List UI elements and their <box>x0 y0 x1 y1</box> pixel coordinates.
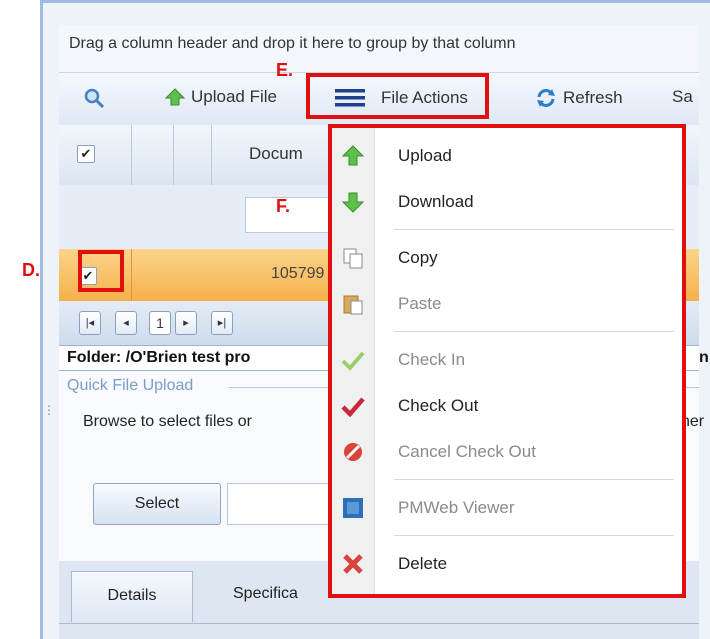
current-page[interactable]: 1 <box>149 311 171 335</box>
menu-item-pmweb-viewer: PMWeb Viewer <box>332 484 682 530</box>
folder-path: Folder: /O'Brien test pro <box>67 349 251 366</box>
menu-item-label: Paste <box>398 294 442 313</box>
refresh-icon <box>537 89 555 107</box>
next-page-button[interactable]: ▸ <box>175 311 197 335</box>
paste-icon <box>340 291 366 317</box>
menu-item-cancel-check-out: Cancel Check Out <box>332 428 682 474</box>
tab-specifica[interactable]: Specifica <box>233 585 298 603</box>
annotation-e-label: E. <box>276 60 294 80</box>
group-by-hint: Drag a column header and drop it here to… <box>69 35 516 52</box>
search-button[interactable] <box>83 87 105 109</box>
column-header-document[interactable]: Docum <box>249 144 303 164</box>
checkmark-green-icon <box>340 347 366 373</box>
copy-icon <box>340 245 366 271</box>
menu-item-label: Check Out <box>398 396 479 415</box>
arrow-down-green-icon <box>340 189 366 215</box>
group-by-panel[interactable]: Drag a column header and drop it here to… <box>59 25 699 73</box>
menu-item-label: Delete <box>398 554 448 573</box>
file-actions-menu: Upload Download Copy Paste Check In Chec… <box>328 124 686 598</box>
menu-item-label: Download <box>398 192 474 211</box>
cancel-circle-icon <box>340 439 366 465</box>
menu-item-label: Cancel Check Out <box>398 442 536 461</box>
menu-item-check-out[interactable]: Check Out <box>332 382 682 428</box>
refresh-button[interactable]: Refresh <box>535 87 623 109</box>
viewer-icon <box>340 495 366 521</box>
annotation-d-box <box>78 250 124 292</box>
annotation-f-label: F. <box>276 196 291 216</box>
quick-upload-legend: Quick File Upload <box>67 377 194 394</box>
menu-item-copy[interactable]: Copy <box>332 234 682 280</box>
save-button[interactable]: Sa <box>672 87 693 107</box>
menu-item-label: Copy <box>398 248 438 267</box>
menu-item-label: Upload <box>398 146 452 165</box>
row-document-number: 105799 <box>271 265 325 282</box>
arrow-up-green-icon <box>340 143 366 169</box>
save-label: Sa <box>672 87 693 106</box>
select-files-button[interactable]: Select <box>93 483 221 525</box>
annotation-d-label: D. <box>22 260 40 280</box>
refresh-label: Refresh <box>563 88 623 107</box>
menu-item-check-in: Check In <box>332 336 682 382</box>
upload-file-label: Upload File <box>191 87 277 106</box>
menu-item-paste: Paste <box>332 280 682 326</box>
annotation-e-box <box>306 73 489 119</box>
tab-details[interactable]: Details <box>71 571 193 622</box>
folder-path-tail: n C <box>699 349 710 366</box>
splitter-grip[interactable]: ⋮ <box>43 403 55 423</box>
search-icon <box>84 88 105 109</box>
first-page-button[interactable]: |◂ <box>79 311 101 335</box>
delete-x-icon <box>340 551 366 577</box>
last-page-button[interactable]: ▸| <box>211 311 233 335</box>
menu-item-label: Check In <box>398 350 466 369</box>
menu-item-upload[interactable]: Upload <box>332 132 682 178</box>
select-all-checkbox[interactable]: ✔ <box>77 145 95 163</box>
menu-item-download[interactable]: Download <box>332 178 682 224</box>
menu-item-label: PMWeb Viewer <box>398 498 515 517</box>
prev-page-button[interactable]: ◂ <box>115 311 137 335</box>
menu-item-delete[interactable]: Delete <box>332 540 682 586</box>
quick-upload-instruction: Browse to select files or <box>83 413 252 430</box>
checkmark-red-icon <box>340 393 366 419</box>
upload-file-button[interactable]: Upload File <box>165 87 277 107</box>
upload-arrow-icon <box>165 88 185 106</box>
